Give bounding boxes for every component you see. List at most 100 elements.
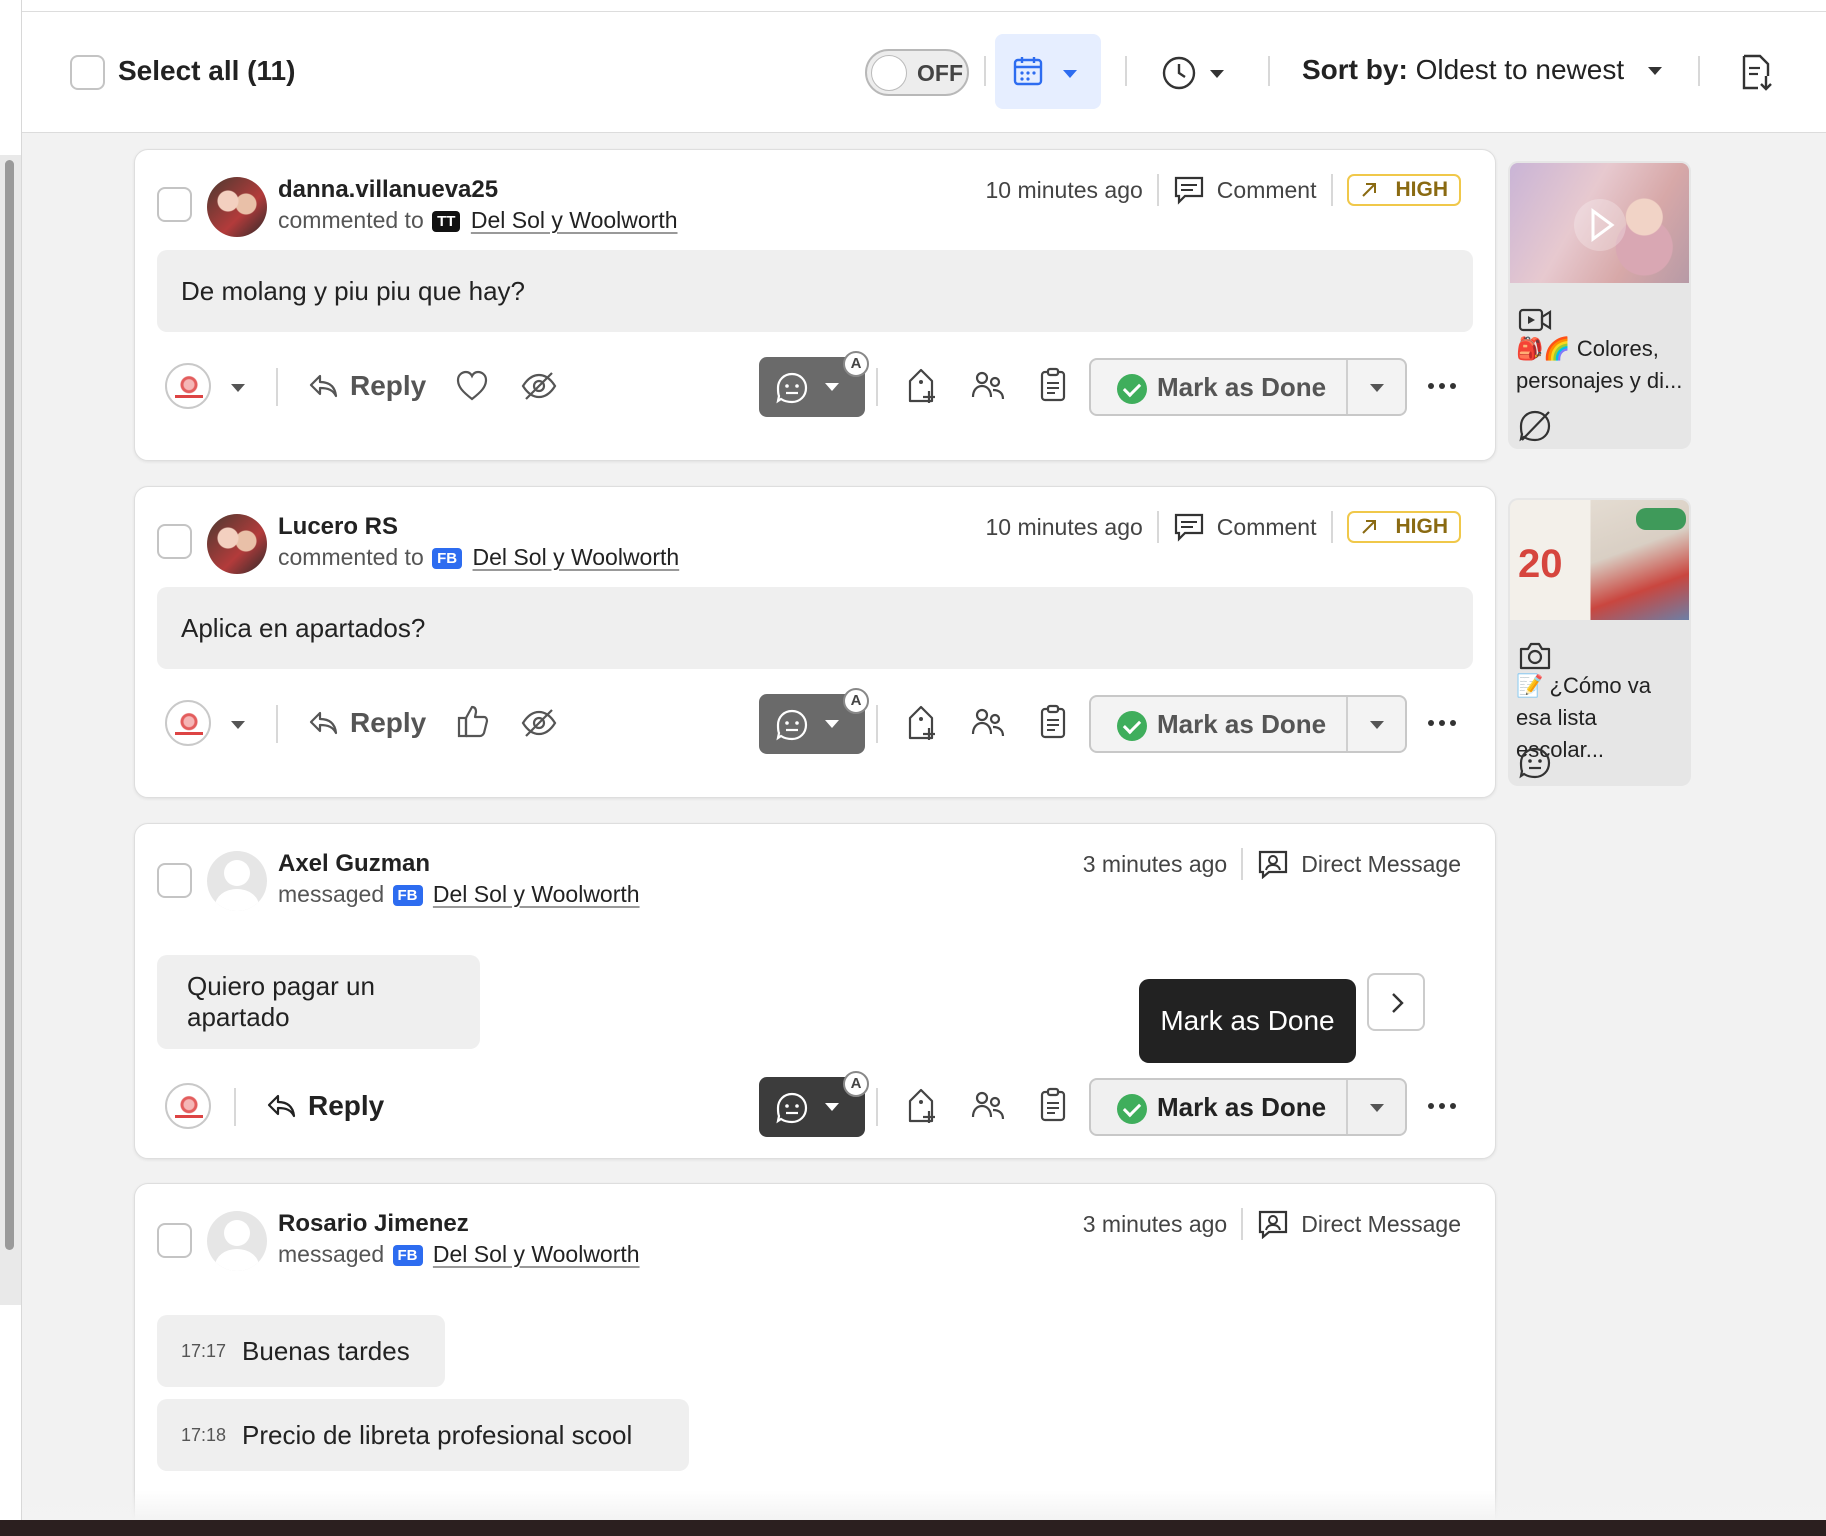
sentiment-button[interactable]: A: [759, 688, 869, 754]
page-link[interactable]: Del Sol y Woolworth: [473, 544, 680, 570]
message-bubble: 17:17 Buenas tardes: [157, 1315, 445, 1387]
sentiment-button[interactable]: A: [759, 351, 869, 417]
scrollbar[interactable]: [5, 160, 14, 1250]
auto-toggle[interactable]: OFF: [865, 49, 969, 96]
source-line: commented to FB Del Sol y Woolworth: [278, 544, 680, 570]
chevron-down-icon[interactable]: [1370, 1104, 1384, 1112]
next-button[interactable]: [1367, 973, 1425, 1031]
card-meta: 10 minutes ago Comment HIGH: [986, 174, 1461, 206]
more-icon[interactable]: [1428, 1103, 1456, 1109]
heart-icon[interactable]: [455, 370, 489, 402]
assign-users-icon[interactable]: [971, 1090, 1005, 1122]
check-icon: [1117, 711, 1147, 741]
neutral-face-icon: [776, 1092, 808, 1124]
brand-avatar[interactable]: [165, 1083, 211, 1129]
add-tag-icon[interactable]: [907, 704, 939, 742]
conversation-card[interactable]: danna.villanueva25 commented to TT Del S…: [134, 149, 1496, 461]
neutral-face-icon: [776, 709, 808, 741]
chevron-down-icon[interactable]: [231, 721, 245, 729]
chevron-down-icon[interactable]: [1370, 721, 1384, 729]
calendar-icon: [1013, 57, 1043, 86]
reply-icon: [309, 374, 338, 398]
source-line: messaged FB Del Sol y Woolworth: [278, 1241, 640, 1267]
post-preview[interactable]: 🎒🌈 Colores, personajes y di...: [1508, 161, 1691, 449]
inbox-app: Select all (11) OFF Sort by: Oldest to n…: [0, 0, 1826, 1520]
sentiment-button[interactable]: A: [759, 1071, 869, 1137]
toolbar: Select all (11) OFF Sort by: Oldest to n…: [22, 12, 1826, 133]
notes-icon[interactable]: [1039, 704, 1067, 740]
message-bubble: De molang y piu piu que hay?: [157, 250, 1473, 332]
post-thumbnail[interactable]: [1510, 163, 1689, 283]
avatar: [207, 177, 267, 237]
brand-avatar[interactable]: [165, 700, 211, 746]
notes-icon[interactable]: [1039, 367, 1067, 403]
direct-message-icon: [1259, 1210, 1288, 1239]
auto-badge: A: [843, 688, 869, 714]
chevron-down-icon[interactable]: [231, 384, 245, 392]
author-name: Lucero RS: [278, 513, 399, 540]
avatar: [207, 851, 267, 911]
author-name: Axel Guzman: [278, 850, 431, 877]
clock-icon: [1162, 56, 1196, 90]
author-name: Rosario Jimenez: [278, 1210, 469, 1237]
card-checkbox[interactable]: [157, 187, 192, 222]
reply-button[interactable]: Reply: [308, 707, 426, 739]
sort-dropdown[interactable]: Sort by: Oldest to newest: [1302, 54, 1662, 86]
date-filter-button[interactable]: [995, 34, 1101, 109]
brand-avatar[interactable]: [165, 363, 211, 409]
more-icon[interactable]: [1428, 720, 1456, 726]
add-tag-icon[interactable]: [907, 367, 939, 405]
platform-badge: FB: [432, 548, 463, 569]
card-checkbox[interactable]: [157, 1223, 192, 1258]
card-checkbox[interactable]: [157, 524, 192, 559]
notes-icon[interactable]: [1039, 1087, 1067, 1123]
hide-icon[interactable]: [521, 707, 557, 739]
chevron-down-icon: [1063, 70, 1077, 78]
video-icon: [1518, 308, 1552, 332]
chevron-right-icon: [1392, 993, 1404, 1013]
timestamp: 10 minutes ago: [985, 176, 1143, 203]
assign-users-icon[interactable]: [971, 370, 1005, 402]
select-all-checkbox[interactable]: [70, 55, 105, 90]
author-name: danna.villanueva25: [278, 176, 499, 203]
post-thumbnail[interactable]: 20: [1510, 500, 1689, 620]
more-icon[interactable]: [1428, 383, 1456, 389]
platform-badge: TT: [432, 211, 461, 232]
mark-as-done-button[interactable]: Mark as Done: [1089, 695, 1407, 753]
hide-icon[interactable]: [521, 370, 557, 402]
add-tag-icon[interactable]: [907, 1087, 939, 1125]
export-icon[interactable]: [1740, 54, 1774, 92]
neutral-face-icon: [776, 372, 808, 404]
left-rail: [0, 0, 22, 1520]
mark-as-done-tooltip: Mark as Done: [1139, 979, 1356, 1063]
assign-users-icon[interactable]: [971, 707, 1005, 739]
time-filter-button[interactable]: [1162, 52, 1236, 92]
page-link[interactable]: Del Sol y Woolworth: [433, 881, 640, 907]
message-time: 17:18: [181, 1424, 227, 1445]
thumbs-up-icon[interactable]: [457, 704, 489, 738]
mark-as-done-button[interactable]: Mark as Done: [1089, 1078, 1407, 1136]
card-checkbox[interactable]: [157, 863, 192, 898]
message-type: Direct Message: [1301, 1210, 1461, 1237]
message-type: Direct Message: [1301, 850, 1461, 877]
page-link[interactable]: Del Sol y Woolworth: [433, 1241, 640, 1267]
post-preview[interactable]: 20 📝 ¿Cómo va esa lista escolar...: [1508, 498, 1691, 786]
card-meta: 10 minutes ago Comment HIGH: [986, 511, 1461, 543]
arrow-up-right-icon: [1361, 520, 1376, 534]
play-icon: [1574, 199, 1626, 251]
mark-as-done-button[interactable]: Mark as Done: [1089, 358, 1407, 416]
source-line: messaged FB Del Sol y Woolworth: [278, 881, 640, 907]
message-type: Comment: [1216, 176, 1317, 203]
reply-button[interactable]: Reply: [266, 1090, 384, 1122]
conversation-card[interactable]: Rosario Jimenez messaged FB Del Sol y Wo…: [134, 1183, 1496, 1520]
conversation-card[interactable]: Lucero RS commented to FB Del Sol y Wool…: [134, 486, 1496, 798]
comment-icon: [1174, 513, 1203, 542]
chevron-down-icon[interactable]: [1370, 384, 1384, 392]
source-line: commented to TT Del Sol y Woolworth: [278, 207, 678, 233]
avatar: [207, 1211, 267, 1271]
priority-badge[interactable]: HIGH: [1346, 174, 1461, 206]
page-link[interactable]: Del Sol y Woolworth: [471, 207, 678, 233]
priority-badge[interactable]: HIGH: [1346, 511, 1461, 543]
camera-icon: [1519, 642, 1551, 670]
reply-button[interactable]: Reply: [308, 370, 426, 402]
